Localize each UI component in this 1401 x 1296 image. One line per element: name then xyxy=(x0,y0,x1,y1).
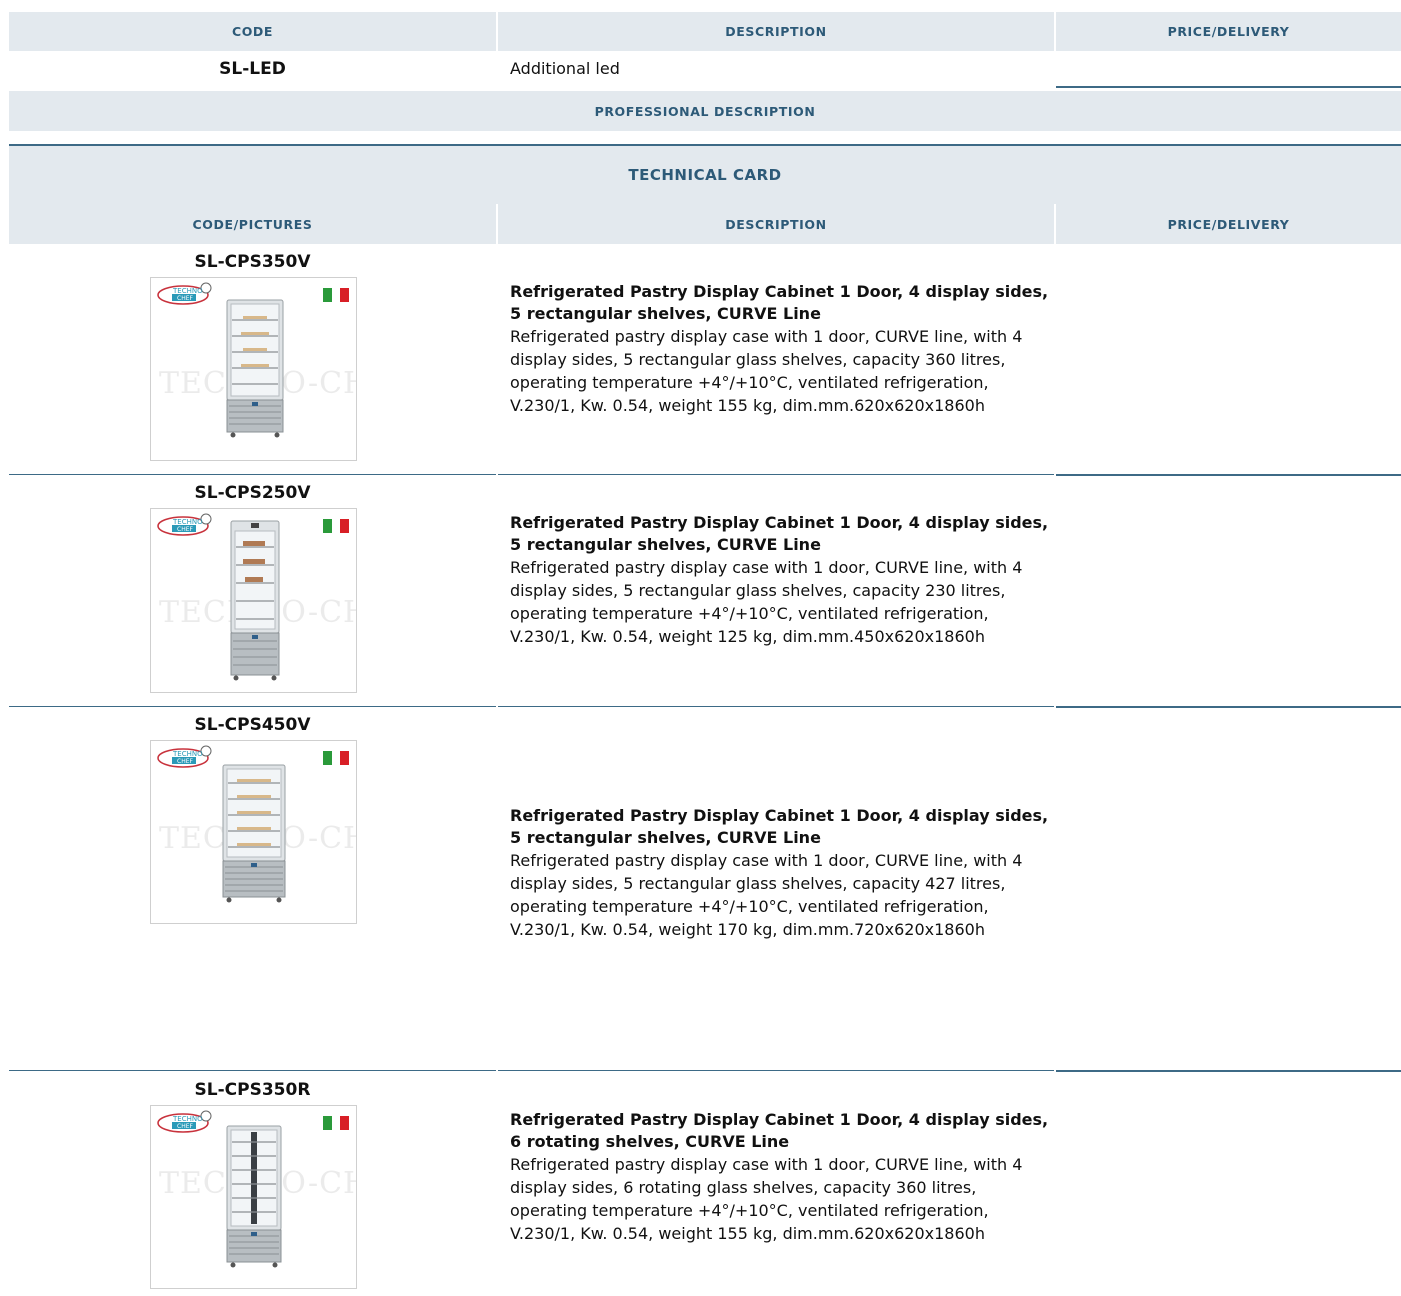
italy-flag-icon xyxy=(323,519,350,533)
product-description: Refrigerated Pastry Display Cabinet 1 Do… xyxy=(510,1109,1050,1245)
divider xyxy=(1056,706,1401,708)
product-text: Refrigerated pastry display case with 1 … xyxy=(510,851,1023,939)
divider xyxy=(9,706,496,707)
svg-text:CHEF: CHEF xyxy=(177,295,193,302)
svg-text:CHEF: CHEF xyxy=(177,1123,193,1130)
technochef-logo: TECHNO CHEF xyxy=(156,513,214,537)
product-title: Refrigerated Pastry Display Cabinet 1 Do… xyxy=(510,806,1049,847)
product-image[interactable]: TECHNOCHEF TECHNO-CHEF.IT xyxy=(150,740,357,924)
svg-text:TECHNO: TECHNO xyxy=(172,518,203,526)
header-description: DESCRIPTION xyxy=(498,204,1054,244)
display-cabinet-image xyxy=(222,764,286,903)
svg-text:TECHNO: TECHNO xyxy=(172,750,203,758)
italy-flag-icon xyxy=(323,288,350,302)
divider xyxy=(1056,1070,1401,1072)
divider xyxy=(9,1070,496,1071)
product-code[interactable]: SL-CPS350R xyxy=(9,1079,496,1101)
display-cabinet-image xyxy=(226,299,284,438)
header-description-label: DESCRIPTION xyxy=(725,24,827,39)
display-cabinet-image xyxy=(230,520,280,681)
product-description: Refrigerated Pastry Display Cabinet 1 Do… xyxy=(510,512,1050,648)
product-title: Refrigerated Pastry Display Cabinet 1 Do… xyxy=(510,282,1049,323)
product-title: Refrigerated Pastry Display Cabinet 1 Do… xyxy=(510,1110,1049,1151)
header-description-label: DESCRIPTION xyxy=(725,216,827,232)
header-price-delivery: PRICE/DELIVERY xyxy=(1056,204,1401,244)
divider xyxy=(498,706,1054,707)
product-image[interactable]: TECHNOCHEF TECHNO-CHEF.IT xyxy=(150,508,357,693)
option-description: Additional led xyxy=(510,59,620,78)
divider xyxy=(9,474,496,475)
header-description: DESCRIPTION xyxy=(498,12,1054,51)
divider xyxy=(1056,474,1401,476)
product-code[interactable]: SL-CPS250V xyxy=(9,482,496,504)
product-image[interactable]: TECHNOCHEF TECHNO-CHEF.IT xyxy=(150,277,357,461)
product-description: Refrigerated Pastry Display Cabinet 1 Do… xyxy=(510,281,1050,417)
product-text: Refrigerated pastry display case with 1 … xyxy=(510,558,1023,646)
svg-text:TECHNO: TECHNO xyxy=(172,287,203,295)
technical-card-title: TECHNICAL CARD xyxy=(628,166,782,184)
product-code[interactable]: SL-CPS350V xyxy=(9,251,496,273)
italy-flag-icon xyxy=(323,751,350,765)
option-code[interactable]: SL-LED xyxy=(9,58,496,80)
display-cabinet-image xyxy=(226,1125,282,1268)
product-code[interactable]: SL-CPS450V xyxy=(9,714,496,736)
product-image[interactable]: TECHNOCHEF TECHNO-CHEF.IT xyxy=(150,1105,357,1289)
divider xyxy=(498,1070,1054,1071)
header-code-pictures-label: CODE/PICTURES xyxy=(192,216,313,232)
technical-card-title-bar: TECHNICAL CARD xyxy=(9,146,1401,204)
divider xyxy=(1056,86,1401,88)
italy-flag-icon xyxy=(323,1116,350,1130)
header-price-delivery: PRICE/DELIVERY xyxy=(1056,12,1401,51)
product-title: Refrigerated Pastry Display Cabinet 1 Do… xyxy=(510,513,1049,554)
technochef-logo: TECHNO CHEF xyxy=(156,1110,214,1134)
divider xyxy=(498,474,1054,475)
professional-description-bar[interactable]: PROFESSIONAL DESCRIPTION xyxy=(9,91,1401,131)
technochef-logo: TECHNO CHEF xyxy=(156,282,214,306)
technochef-logo: TECHNO CHEF xyxy=(156,745,214,769)
header-price-delivery-label: PRICE/DELIVERY xyxy=(1167,24,1290,39)
header-price-delivery-label: PRICE/DELIVERY xyxy=(1167,216,1290,232)
header-code-pictures: CODE/PICTURES xyxy=(9,204,496,244)
professional-description-label: PROFESSIONAL DESCRIPTION xyxy=(594,103,816,119)
svg-text:CHEF: CHEF xyxy=(177,758,193,765)
svg-text:TECHNO: TECHNO xyxy=(172,1115,203,1123)
header-code: CODE xyxy=(9,12,496,51)
svg-text:CHEF: CHEF xyxy=(177,526,193,533)
product-description: Refrigerated Pastry Display Cabinet 1 Do… xyxy=(510,805,1050,941)
product-text: Refrigerated pastry display case with 1 … xyxy=(510,327,1023,415)
product-text: Refrigerated pastry display case with 1 … xyxy=(510,1155,1023,1243)
header-code-label: CODE xyxy=(231,24,274,39)
